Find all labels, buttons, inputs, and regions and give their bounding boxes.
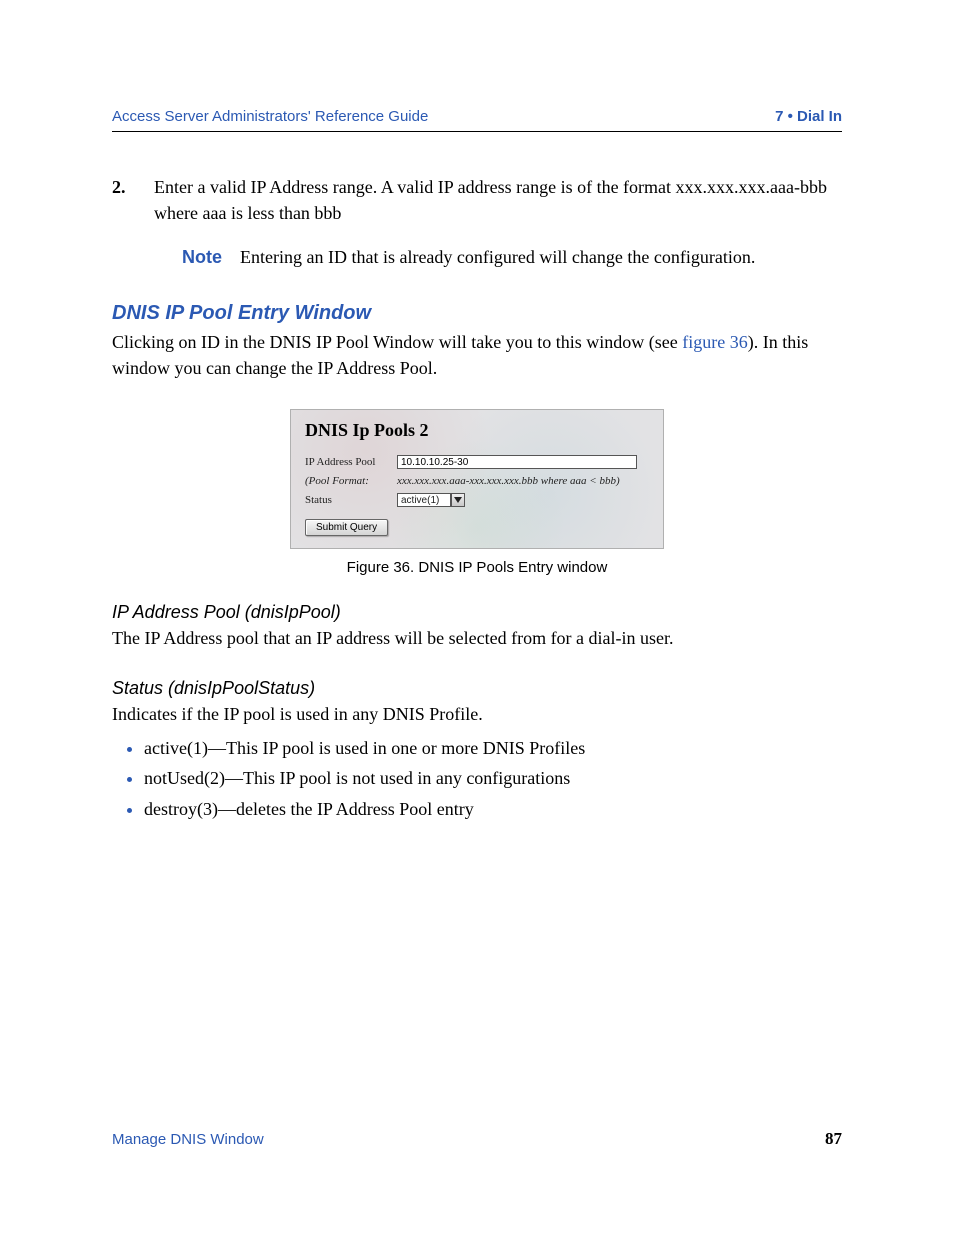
figure-title: DNIS Ip Pools 2 <box>305 420 649 441</box>
page-number: 87 <box>825 1129 842 1149</box>
header-right: 7 • Dial In <box>775 108 842 125</box>
list-item: destroy(3)—deletes the IP Address Pool e… <box>144 794 842 825</box>
ip-pool-label: IP Address Pool <box>305 456 397 468</box>
step-text: Enter a valid IP Address range. A valid … <box>154 174 842 226</box>
figure-caption: Figure 36. DNIS IP Pools Entry window <box>112 559 842 576</box>
chevron-down-icon[interactable] <box>451 493 465 507</box>
submit-query-button[interactable]: Submit Query <box>305 519 388 536</box>
list-item: active(1)—This IP pool is used in one or… <box>144 733 842 764</box>
list-item: notUsed(2)—This IP pool is not used in a… <box>144 763 842 794</box>
status-bullet-list: active(1)—This IP pool is used in one or… <box>112 733 842 825</box>
para-pre: Clicking on ID in the DNIS IP Pool Windo… <box>112 332 682 352</box>
sub1-text: The IP Address pool that an IP address w… <box>112 625 842 651</box>
section-heading: DNIS IP Pool Entry Window <box>112 302 842 325</box>
subheading-ip-pool: IP Address Pool (dnisIpPool) <box>112 602 842 623</box>
step-2: 2. Enter a valid IP Address range. A val… <box>112 174 842 226</box>
status-select[interactable]: active(1) <box>397 493 465 507</box>
status-select-value: active(1) <box>397 493 451 507</box>
note-label: Note <box>182 244 222 270</box>
pool-format-value: xxx.xxx.xxx.aaa-xxx.xxx.xxx.bbb where aa… <box>397 475 620 487</box>
footer-section: Manage DNIS Window <box>112 1131 264 1148</box>
subheading-status: Status (dnisIpPoolStatus) <box>112 678 842 699</box>
ip-pool-input[interactable] <box>397 455 637 469</box>
sub2-text: Indicates if the IP pool is used in any … <box>112 701 842 727</box>
section-paragraph: Clicking on ID in the DNIS IP Pool Windo… <box>112 329 842 381</box>
header-left: Access Server Administrators' Reference … <box>112 108 428 125</box>
pool-format-label: (Pool Format: <box>305 475 397 487</box>
note: Note Entering an ID that is already conf… <box>182 244 842 270</box>
figure-panel: DNIS Ip Pools 2 IP Address Pool (Pool Fo… <box>290 409 664 549</box>
status-label: Status <box>305 494 397 506</box>
step-number: 2. <box>112 174 136 226</box>
note-text: Entering an ID that is already configure… <box>240 244 755 270</box>
figure-link[interactable]: figure 36 <box>682 332 747 352</box>
